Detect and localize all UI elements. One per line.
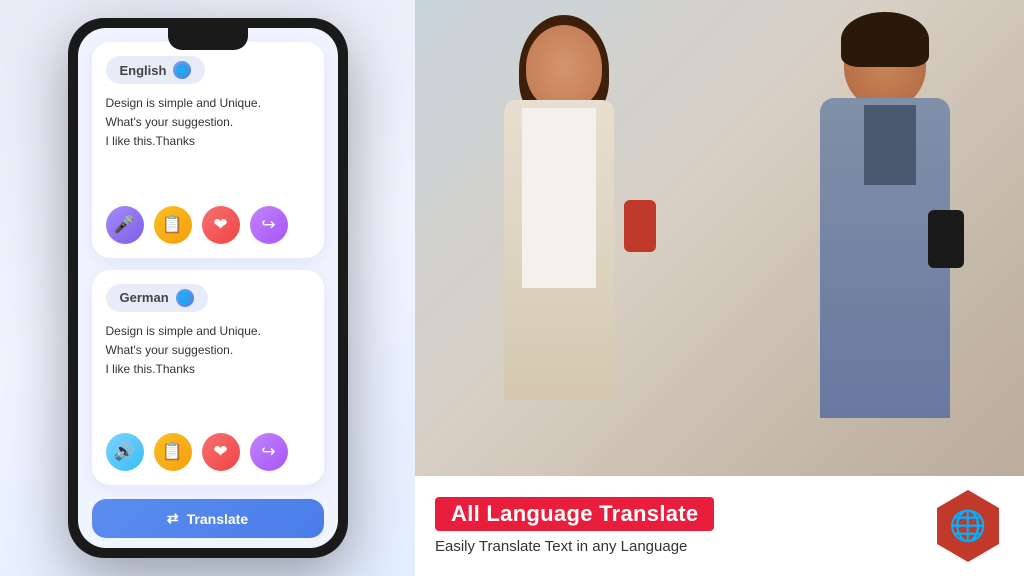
share-button-2[interactable]: ↪ <box>250 433 288 471</box>
german-card: German 🌐 Design is simple and Unique.Wha… <box>92 270 324 486</box>
german-lang-badge[interactable]: German 🌐 <box>106 284 208 312</box>
man-shirt <box>864 105 916 185</box>
speaker-button[interactable]: 🔊 <box>106 433 144 471</box>
right-panel: All Language Translate Easily Translate … <box>415 0 1024 576</box>
translate-icon: ⇄ <box>167 510 179 527</box>
german-action-buttons: 🔊 📋 ❤ ↪ <box>106 433 310 471</box>
german-text: Design is simple and Unique.What's your … <box>106 322 310 420</box>
left-panel: English 🌐 Design is simple and Unique.Wh… <box>0 0 415 576</box>
phone-notch <box>168 28 248 50</box>
german-label: German <box>120 290 169 305</box>
banner-content: All Language Translate Easily Translate … <box>435 497 932 555</box>
woman-phone <box>624 200 656 252</box>
man-figure <box>764 0 1024 496</box>
english-action-buttons: 🎤 📋 ❤ ↪ <box>106 206 310 244</box>
phone-mockup: English 🌐 Design is simple and Unique.Wh… <box>68 18 348 558</box>
english-label: English <box>120 63 167 78</box>
copy-button-1[interactable]: 📋 <box>154 206 192 244</box>
copy-button-2[interactable]: 📋 <box>154 433 192 471</box>
favorite-button-2[interactable]: ❤ <box>202 433 240 471</box>
man-hair <box>841 12 929 67</box>
hex-shape: 🌐 <box>932 490 1004 562</box>
english-card: English 🌐 Design is simple and Unique.Wh… <box>92 42 324 258</box>
phone-screen: English 🌐 Design is simple and Unique.Wh… <box>78 28 338 548</box>
woman-shirt <box>522 108 596 288</box>
english-text: Design is simple and Unique.What's your … <box>106 94 310 192</box>
german-globe-icon: 🌐 <box>176 289 194 307</box>
banner-title: All Language Translate <box>435 497 714 531</box>
banner-subtitle: Easily Translate Text in any Language <box>435 538 932 555</box>
mic-button[interactable]: 🎤 <box>106 206 144 244</box>
favorite-button-1[interactable]: ❤ <box>202 206 240 244</box>
english-globe-icon: 🌐 <box>173 61 191 79</box>
share-button-1[interactable]: ↪ <box>250 206 288 244</box>
globe-icon-big: 🌐 <box>949 509 986 544</box>
bottom-banner: All Language Translate Easily Translate … <box>415 476 1024 576</box>
photo-background: All Language Translate Easily Translate … <box>415 0 1024 576</box>
woman-figure <box>464 0 684 496</box>
translate-button[interactable]: ⇄ Translate <box>92 499 324 538</box>
hex-icon-container: 🌐 <box>932 490 1004 562</box>
woman-face <box>526 25 602 110</box>
man-phone <box>928 210 964 268</box>
translate-button-label: Translate <box>187 511 248 527</box>
english-lang-badge[interactable]: English 🌐 <box>106 56 206 84</box>
